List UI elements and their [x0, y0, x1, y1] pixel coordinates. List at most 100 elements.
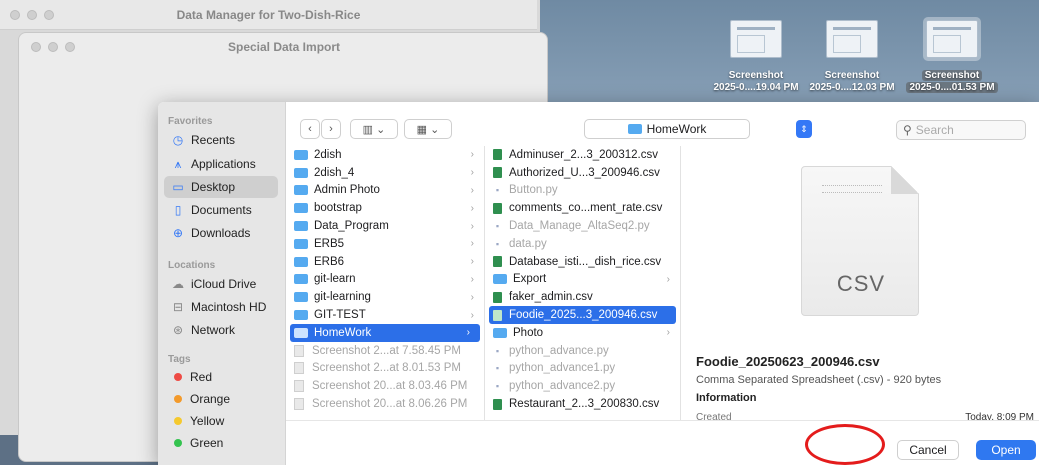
- sidebar-tag-green[interactable]: Green: [164, 432, 278, 454]
- file-row[interactable]: Screenshot 20...at 8.03.46 PM: [286, 377, 484, 395]
- sidebar-item-documents[interactable]: ▯ Documents: [164, 199, 278, 221]
- up-down-icon: ⇕: [800, 123, 808, 134]
- sidebar-tag-red[interactable]: Red: [164, 366, 278, 388]
- file-row[interactable]: ▪ python_advance.py: [485, 342, 680, 360]
- csv-file-icon: [493, 149, 502, 161]
- tag-dot-icon: [174, 417, 182, 425]
- chevron-right-icon: ›: [470, 167, 474, 179]
- file-row[interactable]: ▪ python_advance1.py: [485, 360, 680, 378]
- sidebar-item-label: iCloud Drive: [191, 277, 257, 291]
- folder-icon: [493, 274, 507, 285]
- file-row[interactable]: Screenshot 2...at 8.01.53 PM: [286, 360, 484, 378]
- folder-row[interactable]: 2dish_4 ›: [286, 164, 484, 182]
- file-row[interactable]: ▪ Data_Manage_AltaSeq2.py: [485, 217, 680, 235]
- file-name: git-learning: [314, 291, 371, 304]
- sidebar-item-icloud-drive[interactable]: ☁ iCloud Drive: [164, 273, 278, 295]
- file-row[interactable]: Database_isti..._dish_rice.csv: [485, 253, 680, 271]
- clock-icon: ◷: [172, 133, 184, 147]
- folder-row[interactable]: git-learning ›: [286, 288, 484, 306]
- file-row[interactable]: Screenshot 20...at 8.06.26 PM: [286, 395, 484, 413]
- file-name: ERB5: [314, 237, 345, 250]
- chevron-right-icon: ›: [666, 273, 670, 285]
- csv-file-icon: [493, 167, 502, 179]
- document-lines: [822, 185, 882, 193]
- tag-dot-icon: [174, 373, 182, 381]
- file-row[interactable]: faker_admin.csv: [485, 288, 680, 306]
- file-name: Authorized_U...3_200946.csv: [509, 166, 660, 179]
- sidebar-tag-orange[interactable]: Orange: [164, 388, 278, 410]
- chevron-right-icon: ›: [466, 327, 470, 339]
- folder-row[interactable]: Data_Program ›: [286, 217, 484, 235]
- file-row[interactable]: comments_co...ment_rate.csv: [485, 199, 680, 217]
- file-name: Button.py: [509, 184, 558, 197]
- sidebar-item-desktop[interactable]: ▭ Desktop: [164, 176, 278, 198]
- folder-icon: [294, 310, 308, 321]
- forward-button[interactable]: ›: [321, 119, 341, 139]
- location-popup[interactable]: HomeWork: [584, 119, 750, 139]
- preview-information-heading: Information: [696, 392, 757, 404]
- screenshot-date: 2025-0....01.53 PM: [906, 82, 998, 93]
- folder-row[interactable]: GIT-TEST ›: [286, 306, 484, 324]
- folder-row[interactable]: ERB6 ›: [286, 253, 484, 271]
- sidebar-item-applications[interactable]: ⩚ Applications: [164, 153, 278, 175]
- screenshot-thumbnail: [923, 17, 981, 61]
- file-row[interactable]: Adminuser_2...3_200312.csv: [485, 146, 680, 164]
- file-name: python_advance1.py: [509, 362, 616, 375]
- view-mode-button[interactable]: ▥ ⌄: [350, 119, 398, 139]
- file-name: 2dish_4: [314, 166, 355, 179]
- tag-label: Yellow: [190, 414, 225, 428]
- chevron-right-icon: ›: [470, 184, 474, 196]
- sidebar-item-downloads[interactable]: ⊕ Downloads: [164, 222, 278, 244]
- chevron-right-icon: ›: [470, 202, 474, 214]
- tag-dot-icon: [174, 395, 182, 403]
- folder-row[interactable]: git-learn ›: [286, 271, 484, 289]
- search-field[interactable]: ⚲ Search: [896, 120, 1026, 140]
- desktop-screenshot-1[interactable]: Screenshot 2025-0....19.04 PM: [706, 20, 806, 94]
- sidebar-item-network[interactable]: ⊛ Network: [164, 319, 278, 341]
- location-stepper[interactable]: ⇕: [796, 120, 812, 138]
- csv-file-icon: [493, 398, 502, 410]
- sidebar-item-label: Applications: [191, 157, 256, 171]
- screenshot-thumbnail: [730, 20, 782, 58]
- open-button[interactable]: Open: [976, 440, 1036, 460]
- back-button[interactable]: ‹: [300, 119, 320, 139]
- file-row[interactable]: ▪ python_advance2.py: [485, 377, 680, 395]
- chevron-down-icon: ⌄: [376, 123, 386, 136]
- applications-icon: ⩚: [174, 156, 182, 171]
- network-icon: ⊛: [172, 323, 184, 337]
- sidebar-item-macintosh-hd[interactable]: ⊟ Macintosh HD: [164, 296, 278, 318]
- file-row[interactable]: Restaurant_2...3_200830.csv: [485, 395, 680, 413]
- folder-row[interactable]: ERB5 ›: [286, 235, 484, 253]
- file-row[interactable]: ▪ Button.py: [485, 182, 680, 200]
- file-name: HomeWork: [314, 326, 372, 339]
- file-row[interactable]: Foodie_2025...3_200946.csv: [489, 306, 676, 324]
- folder-icon: [294, 292, 308, 303]
- folder-row[interactable]: Photo ›: [485, 324, 680, 342]
- folder-row[interactable]: HomeWork ›: [290, 323, 480, 342]
- folder-icon: [294, 167, 308, 178]
- sidebar-tag-yellow[interactable]: Yellow: [164, 410, 278, 432]
- sidebar-item-label: Network: [191, 323, 236, 337]
- panel-footer: Cancel Open: [286, 420, 1039, 465]
- folder-icon: [294, 149, 308, 160]
- image-file-icon: [294, 344, 304, 357]
- sidebar-item-recents[interactable]: ◷ Recents: [164, 129, 278, 151]
- sidebar-item-label: Recents: [191, 133, 236, 147]
- python-file-icon: ▪: [495, 381, 500, 392]
- file-name: Export: [513, 273, 547, 286]
- cancel-button[interactable]: Cancel: [897, 440, 959, 460]
- folder-row[interactable]: bootstrap ›: [286, 199, 484, 217]
- desktop-screenshot-2[interactable]: Screenshot 2025-0....12.03 PM: [802, 20, 902, 94]
- group-button[interactable]: ▦ ⌄: [404, 119, 452, 139]
- window-title: Special Data Import: [227, 40, 341, 54]
- folder-row[interactable]: Export ›: [485, 271, 680, 289]
- file-name: Data_Manage_AltaSeq2.py: [509, 220, 650, 233]
- file-row[interactable]: ▪ data.py: [485, 235, 680, 253]
- file-column-2: Adminuser_2...3_200312.csv Authorized_U..…: [485, 146, 681, 420]
- folder-row[interactable]: Admin Photo ›: [286, 182, 484, 200]
- file-row[interactable]: Authorized_U...3_200946.csv: [485, 164, 680, 182]
- desktop-screenshot-3[interactable]: Screenshot 2025-0....01.53 PM: [902, 17, 1002, 94]
- file-row[interactable]: Screenshot 2...at 7.58.45 PM: [286, 342, 484, 360]
- chevron-left-icon: ‹: [308, 123, 312, 135]
- folder-row[interactable]: 2dish ›: [286, 146, 484, 164]
